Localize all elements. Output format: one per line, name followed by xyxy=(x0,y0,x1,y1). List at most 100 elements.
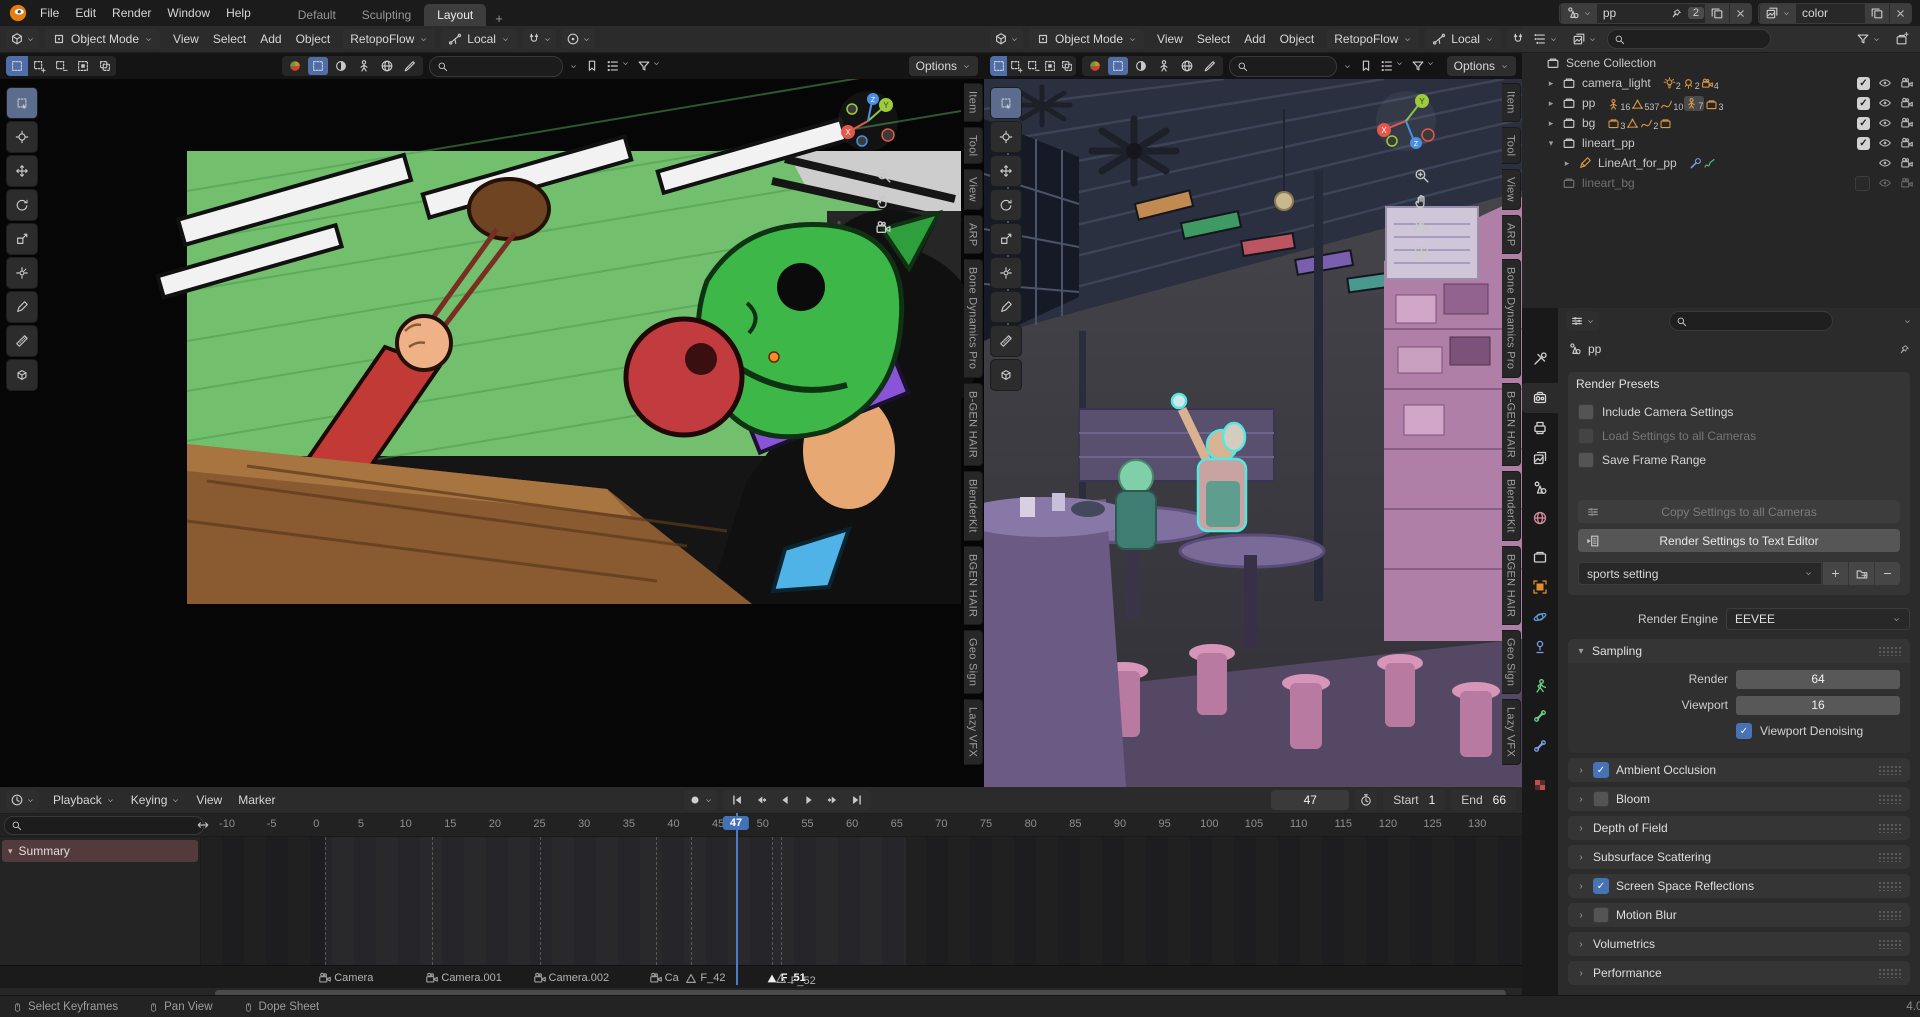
preset-add-button[interactable] xyxy=(1823,562,1848,585)
sidebar-tab-lazy-vfx[interactable]: Lazy VFX xyxy=(1502,699,1521,765)
workspace-tab-sculpting[interactable]: Sculpting xyxy=(349,4,424,26)
camera-icon[interactable] xyxy=(1900,76,1914,90)
panel-drag-dots[interactable] xyxy=(1878,794,1902,804)
properties-tab-object-data[interactable] xyxy=(1522,671,1558,701)
outliner-item-name[interactable]: camera_light xyxy=(1582,76,1651,90)
mode-select[interactable]: Object Mode xyxy=(1029,29,1144,49)
mode-select[interactable]: Object Mode xyxy=(45,29,160,49)
use-preview-range-button[interactable] xyxy=(1355,790,1377,810)
select-intersect-button[interactable] xyxy=(1059,56,1076,76)
outliner-row-lineart_pp[interactable]: ▾lineart_pp✓ xyxy=(1522,133,1920,153)
workspace-tab-layout[interactable]: Layout xyxy=(424,4,486,26)
box-select-button[interactable] xyxy=(1108,57,1128,75)
outliner-row-lineart_bg[interactable]: lineart_bg xyxy=(1522,173,1920,193)
properties-tab-render[interactable] xyxy=(1522,383,1558,413)
scene-name-field[interactable]: pp xyxy=(1597,4,1665,23)
bookmark-icon[interactable] xyxy=(1359,59,1373,73)
menu-object[interactable]: Object xyxy=(1273,32,1322,46)
preview-ball-button[interactable] xyxy=(1085,57,1105,75)
sidebar-tab-blenderkit[interactable]: BlenderKit xyxy=(1502,471,1521,541)
expand-range-icon[interactable] xyxy=(196,818,210,832)
menu-render[interactable]: Render xyxy=(104,6,159,20)
brush-button[interactable] xyxy=(1200,57,1220,75)
brush-button[interactable] xyxy=(400,57,420,75)
properties-tab-collection[interactable] xyxy=(1522,542,1558,572)
caret-open-icon[interactable]: ▾ xyxy=(8,846,13,857)
timeline-ruler[interactable]: -10-505101520253035404550556065707580859… xyxy=(0,814,1522,837)
outliner-item-name[interactable]: lineart_pp xyxy=(1582,136,1635,150)
panel-ambient-occlusion[interactable]: ›✓Ambient Occlusion xyxy=(1568,758,1910,782)
orientation-select[interactable]: Local xyxy=(441,29,517,49)
sidebar-tab-b-gen-hair[interactable]: B-GEN HAIR xyxy=(1502,383,1521,466)
cursor-tool-button[interactable] xyxy=(990,121,1022,153)
panel-bloom[interactable]: ›Bloom xyxy=(1568,787,1910,811)
eye-icon[interactable] xyxy=(1878,96,1892,110)
timeline-marker[interactable]: Camera.002 xyxy=(533,971,610,985)
panel-checkbox[interactable]: ✓ xyxy=(1593,762,1609,778)
figure-button[interactable] xyxy=(1154,57,1174,75)
viewport-search-input[interactable] xyxy=(429,56,563,77)
figure-button[interactable] xyxy=(354,57,374,75)
bookmark-icon[interactable] xyxy=(585,59,599,73)
blender-logo-icon[interactable] xyxy=(8,3,28,23)
cursor-tool-button[interactable] xyxy=(6,121,38,153)
hand-icon[interactable] xyxy=(875,193,892,210)
timeline-search-input[interactable] xyxy=(4,816,204,835)
properties-tab-tool[interactable] xyxy=(1522,344,1558,374)
annotate-tool-button[interactable] xyxy=(6,291,38,323)
outliner-item-name[interactable]: LineArt_for_pp xyxy=(1598,156,1677,170)
eye-icon[interactable] xyxy=(1878,116,1892,130)
copy-settings-button[interactable]: Copy Settings to all Cameras xyxy=(1578,500,1900,523)
menu-add[interactable]: Add xyxy=(1237,32,1272,46)
start-frame-input[interactable]: Start1 xyxy=(1383,790,1445,810)
timeline-track-area[interactable]: ▾ Summary xyxy=(0,837,1522,965)
move-tool-button[interactable] xyxy=(990,155,1022,187)
select-box-tool-button[interactable] xyxy=(6,87,38,119)
pin-icon[interactable] xyxy=(1899,344,1910,355)
end-frame-input[interactable]: End66 xyxy=(1451,790,1516,810)
filter-toggle[interactable] xyxy=(637,59,661,73)
properties-tab-physics[interactable] xyxy=(1522,602,1558,632)
zoom-icon[interactable] xyxy=(1413,167,1430,184)
half-sphere-button[interactable] xyxy=(1131,57,1151,75)
camera-icon[interactable] xyxy=(1900,136,1914,150)
select-set-button[interactable] xyxy=(990,56,1007,76)
editor-type-button[interactable] xyxy=(990,29,1023,49)
playhead-frame-chip[interactable]: 47 xyxy=(723,816,749,830)
scene-users-badge[interactable]: 2 xyxy=(1688,7,1704,19)
view-layer-duplicate-button[interactable] xyxy=(1864,4,1889,23)
summary-channel[interactable]: ▾ Summary xyxy=(2,840,198,862)
outliner-row-pp[interactable]: ▸pp165371073✓ xyxy=(1522,93,1920,113)
menu-view[interactable]: View xyxy=(166,32,206,46)
chevron-down-icon[interactable] xyxy=(1903,317,1912,326)
panel-subsurface-scattering[interactable]: ›Subsurface Scattering xyxy=(1568,845,1910,869)
outliner-filter-button[interactable] xyxy=(1852,29,1885,49)
scale-tool-button[interactable] xyxy=(6,223,38,255)
sidebar-tab-arp[interactable]: ARP xyxy=(964,215,983,255)
menu-marker[interactable]: Marker xyxy=(230,793,283,807)
keyframe-grid[interactable] xyxy=(200,837,1522,965)
box-select-button[interactable] xyxy=(308,57,328,75)
eye-icon[interactable] xyxy=(1878,136,1892,150)
panel-checkbox[interactable] xyxy=(1593,791,1609,807)
sidebar-tab-geo-sign[interactable]: Geo Sign xyxy=(964,630,983,694)
render-engine-select[interactable]: EEVEE xyxy=(1726,608,1910,630)
menu-file[interactable]: File xyxy=(32,6,67,20)
properties-tab-view-layer[interactable] xyxy=(1522,443,1558,473)
play-reverse-button[interactable] xyxy=(774,791,796,809)
properties-editor-type-button[interactable] xyxy=(1566,311,1599,331)
panel-drag-dots[interactable] xyxy=(1878,939,1902,949)
outliner-row-bg[interactable]: ▸bg32✓ xyxy=(1522,113,1920,133)
exclude-checkbox[interactable] xyxy=(1855,176,1870,191)
render-settings-to-text-button[interactable]: Render Settings to Text Editor xyxy=(1578,529,1900,552)
sidebar-tab-lazy-vfx[interactable]: Lazy VFX xyxy=(964,699,983,765)
outliner-editor-type-button[interactable] xyxy=(1529,29,1562,49)
rotate-tool-button[interactable] xyxy=(990,189,1022,221)
outliner-display-mode-button[interactable] xyxy=(1568,29,1601,49)
menu-help[interactable]: Help xyxy=(218,6,259,20)
sidebar-tab-tool[interactable]: Tool xyxy=(964,127,983,164)
scene-pin-button[interactable] xyxy=(1665,4,1688,23)
hierarchy-toggle[interactable] xyxy=(606,59,630,73)
panel-motion-blur[interactable]: ›Motion Blur xyxy=(1568,903,1910,927)
exclude-checkbox[interactable]: ✓ xyxy=(1857,117,1870,130)
